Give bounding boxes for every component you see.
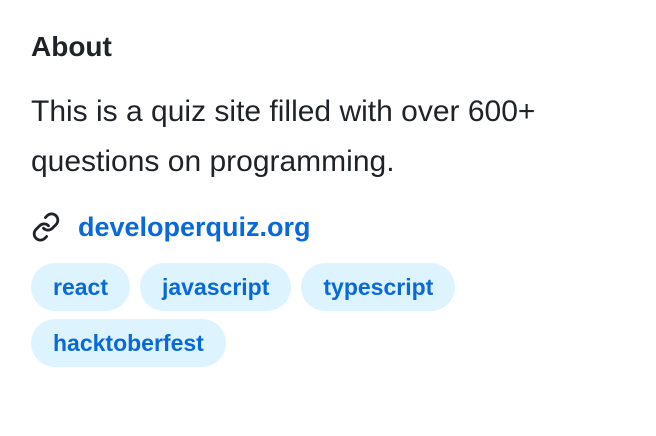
link-icon — [31, 212, 61, 242]
topic-tag-javascript[interactable]: javascript — [139, 263, 292, 311]
about-description: This is a quiz site filled with over 600… — [31, 95, 536, 178]
topic-tag-hacktoberfest[interactable]: hacktoberfest — [31, 319, 226, 367]
topic-list: react javascript typescript hacktoberfes… — [31, 263, 511, 367]
website-row: developerquiz.org — [31, 207, 631, 247]
about-heading: About — [31, 31, 112, 62]
website-link[interactable]: developerquiz.org — [78, 207, 311, 247]
about-panel: About This is a quiz site filled with ov… — [31, 27, 631, 367]
topic-tag-typescript[interactable]: typescript — [301, 263, 456, 311]
topic-tag-react[interactable]: react — [31, 263, 130, 311]
